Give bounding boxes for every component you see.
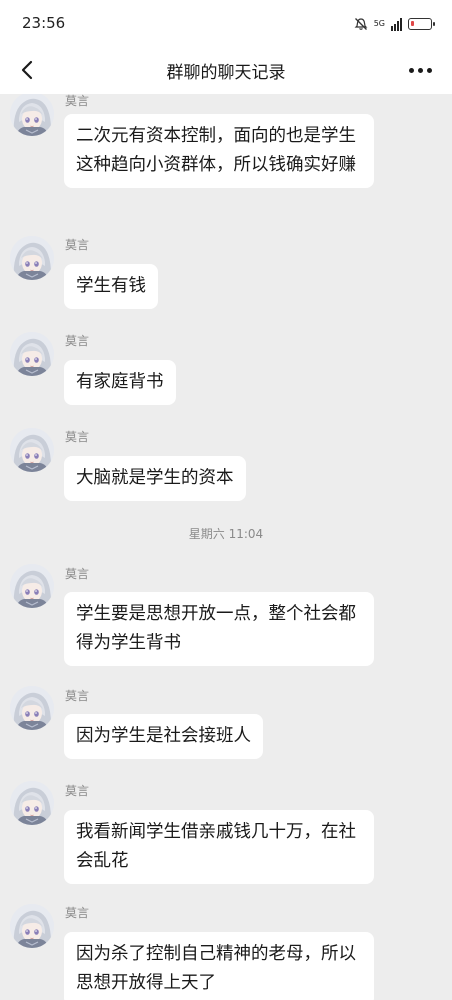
sender-name: 莫言 [65,906,90,920]
avatar-image [10,332,54,376]
sender-name: 莫言 [65,689,90,703]
sender-name: 莫言 [65,238,90,252]
sender-name: 莫言 [65,567,90,581]
message-bubble[interactable]: 有家庭背书 [64,360,176,405]
message-bubble[interactable]: 学生要是思想开放一点，整个社会都得为学生背书 [64,592,374,666]
more-button[interactable] [402,54,438,86]
avatar[interactable] [10,904,54,948]
sender-name: 莫言 [65,94,90,108]
mute-icon [354,18,368,30]
signal-icon [391,17,402,31]
sender-name: 莫言 [65,430,90,444]
avatar-image [10,236,54,280]
sender-name: 莫言 [65,784,90,798]
avatar-image [10,94,54,136]
avatar-image [10,564,54,608]
avatar[interactable] [10,332,54,376]
avatar-image [10,686,54,730]
avatar-image [10,781,54,825]
avatar[interactable] [10,94,54,136]
avatar-image [10,904,54,948]
status-bar: 23:56 5G [0,0,452,48]
status-time: 23:56 [22,14,66,32]
message-bubble[interactable]: 因为杀了控制自己精神的老母，所以思想开放得上天了 [64,932,374,1000]
network-type: 5G [373,19,385,28]
message-bubble[interactable]: 二次元有资本控制，面向的也是学生这种趋向小资群体，所以钱确实好赚 [64,114,374,188]
avatar[interactable] [10,564,54,608]
status-icons: 5G [354,14,435,34]
avatar[interactable] [10,781,54,825]
avatar[interactable] [10,686,54,730]
avatar[interactable] [10,236,54,280]
avatar-image [10,428,54,472]
message-bubble[interactable]: 因为学生是社会接班人 [64,714,263,759]
page-title: 群聊的聊天记录 [166,63,286,83]
time-divider: 星期六 11:04 [188,527,264,541]
battery-icon [408,18,435,30]
header-bar: 群聊的聊天记录 [0,48,452,94]
sender-name: 莫言 [65,334,90,348]
message-bubble[interactable]: 大脑就是学生的资本 [64,456,246,501]
message-bubble[interactable]: 学生有钱 [64,264,158,309]
avatar[interactable] [10,428,54,472]
battery-level [411,21,414,26]
more-dots-icon [408,67,414,73]
chat-history[interactable]: 莫言 二次元有资本控制，面向的也是学生这种趋向小资群体，所以钱确实好赚 莫言 学… [0,94,452,1000]
message-bubble[interactable]: 我看新闻学生借亲戚钱几十万，在社会乱花 [64,810,374,884]
